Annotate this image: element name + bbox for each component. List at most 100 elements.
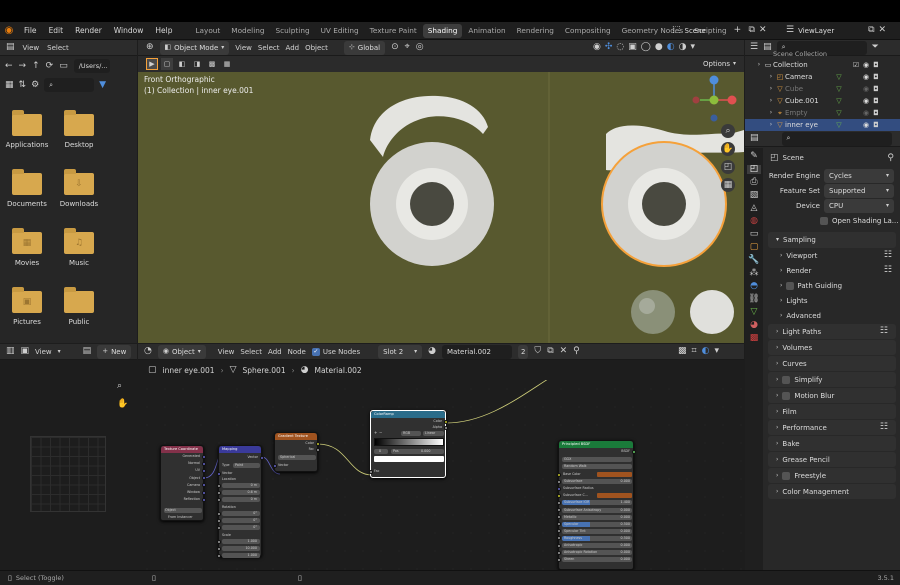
section-freestyle[interactable]: › Freestyle — [768, 468, 896, 483]
select-invert-icon[interactable]: ▩ — [206, 58, 218, 70]
material-browse-icon[interactable]: ◕ — [428, 347, 436, 356]
advanced-subsection[interactable]: › Advanced — [764, 308, 900, 323]
scene-tab-icon[interactable]: ◬ — [751, 204, 758, 213]
editor-type-icon[interactable]: ⊕ — [146, 43, 154, 52]
physics-tab-icon[interactable]: ◓ — [750, 282, 758, 291]
tab-rendering[interactable]: Rendering — [512, 24, 559, 38]
node-add-menu[interactable]: Add — [268, 348, 282, 356]
backdrop-icon[interactable]: ▩ — [678, 347, 687, 356]
use-nodes-checkbox[interactable]: ✓ Use Nodes — [311, 347, 360, 356]
camera-render-icon[interactable]: ◘ — [871, 61, 881, 69]
close-view-layer-icon[interactable]: ✕ — [879, 26, 887, 35]
camera-render-icon[interactable]: ◘ — [871, 121, 881, 129]
bsdf-input-field[interactable]: Anisotropic 0.000 — [562, 543, 632, 548]
folder-icon[interactable] — [64, 110, 94, 136]
breadcrumb-material[interactable]: Material.002 — [314, 366, 361, 375]
folder-icon[interactable]: ▣ — [12, 287, 42, 313]
folder-icon[interactable]: ♫ — [64, 228, 94, 254]
options-dropdown[interactable]: Options ▾ — [698, 57, 742, 71]
bsdf-input-field[interactable]: Sheen 0.000 — [562, 557, 632, 563]
fake-user-icon[interactable]: ⛉ — [534, 347, 541, 356]
menu-window[interactable]: Window — [108, 26, 150, 35]
menu-file[interactable]: File — [18, 26, 43, 35]
menu-edit[interactable]: Edit — [43, 26, 70, 35]
section-volumes[interactable]: › Volumes — [768, 340, 896, 355]
modifier-tab-icon[interactable]: 🔧 — [748, 256, 759, 265]
bsdf-input-field[interactable]: Subsurface IOR 1.400 — [562, 500, 632, 506]
input-socket[interactable] — [556, 500, 561, 505]
bsdf-input-field[interactable]: Subsurface Anisotropy 0.000 — [562, 507, 632, 513]
pivot-icon[interactable]: ⊙ — [391, 43, 399, 52]
chevron-right-icon[interactable]: › — [767, 86, 775, 92]
new-folder-icon[interactable]: ▭ — [59, 61, 68, 71]
node-node-menu[interactable]: Node — [288, 348, 306, 356]
bsdf-input-field[interactable]: Anisotropic Rotation 0.000 — [562, 550, 632, 556]
output-socket[interactable] — [201, 468, 206, 473]
parent-dir-icon[interactable]: ↑ — [32, 61, 40, 71]
mapping-loc-field[interactable]: 0.6 m — [217, 490, 260, 495]
overlay-icon[interactable]: ◐ — [702, 347, 710, 356]
chevron-right-icon[interactable]: › — [767, 122, 775, 128]
new-image-button[interactable]: + New — [97, 344, 132, 359]
editor-type-icon[interactable]: ◔ — [144, 347, 152, 356]
display-mode-icon[interactable]: ▤ — [763, 43, 772, 52]
object-tab-icon[interactable]: ▢ — [750, 243, 759, 252]
outliner-item[interactable]: › ⌖ Empty ▽ ◉ ◘ — [745, 107, 900, 119]
mapping-scl-field[interactable]: 1.000 — [217, 553, 260, 558]
stop-color-swatch[interactable] — [374, 456, 444, 462]
orientation-selector[interactable]: ⊹ Global — [343, 40, 386, 55]
zoom-icon[interactable]: ⌕ — [721, 124, 735, 138]
gizmo-icon[interactable]: ✣ — [605, 43, 613, 52]
render-engine-dropdown[interactable]: Cycles ▾ — [824, 168, 894, 183]
material-name-field[interactable]: Material.002 — [441, 344, 512, 359]
input-socket[interactable] — [556, 493, 561, 498]
camera-render-icon[interactable]: ◘ — [871, 73, 881, 81]
select-intersect-icon[interactable]: ▦ — [221, 58, 233, 70]
viewport-add-menu[interactable]: Add — [286, 44, 300, 52]
editor-type-icon[interactable]: ▤ — [6, 43, 15, 52]
principled-bsdf-node[interactable]: Principled BSDF BSDF GGX Random Walk Bas… — [556, 440, 636, 570]
color-mode-field[interactable]: RGB — [401, 431, 421, 436]
slot-selector[interactable]: Slot 2 ▾ — [378, 344, 423, 359]
checkbox-icon[interactable]: ☑ — [851, 61, 861, 69]
input-socket[interactable] — [556, 515, 561, 520]
folder-label[interactable]: Public — [49, 318, 109, 326]
render-subsection[interactable]: › Render ☷ — [764, 263, 900, 278]
image-type-icon[interactable]: ▣ — [21, 347, 30, 356]
folder-icon[interactable] — [12, 110, 42, 136]
node-view-menu[interactable]: View — [218, 348, 235, 356]
outliner-item[interactable]: › ▽ Cube ▽ ◉ ◘ — [745, 83, 900, 95]
world-tab-icon[interactable]: ◍ — [750, 217, 758, 226]
remove-stop-icon[interactable]: − — [379, 431, 382, 435]
outliner-item[interactable]: › ▽ inner eye ▽ ◉ ◘ — [745, 119, 900, 131]
input-socket[interactable] — [217, 525, 221, 530]
tab-sculpting[interactable]: Sculpting — [271, 24, 315, 38]
camera-render-icon[interactable]: ◘ — [871, 97, 881, 105]
input-socket[interactable] — [217, 553, 221, 558]
section-performance[interactable]: › Performance ☷ — [768, 420, 896, 435]
uv-grid[interactable] — [30, 436, 106, 512]
tab-texture-paint[interactable]: Texture Paint — [365, 24, 422, 38]
tab-shading[interactable]: Shading — [422, 23, 463, 38]
node-canvas[interactable]: Texture Coordinate Generated Normal UV Obje… — [138, 380, 744, 570]
breadcrumb-object[interactable]: inner eye.001 — [163, 366, 215, 375]
input-socket[interactable] — [217, 497, 221, 502]
select-extend-icon[interactable]: ◧ — [176, 58, 188, 70]
path-guiding-subsection[interactable]: › Path Guiding — [764, 278, 900, 293]
material-tab-icon[interactable]: ◕ — [750, 321, 758, 330]
bsdf-input-field[interactable]: Roughness 0.500 — [562, 535, 632, 541]
particles-tab-icon[interactable]: ⁂ — [750, 269, 759, 278]
chevron-right-icon[interactable]: › — [767, 110, 775, 116]
checkbox-icon[interactable] — [820, 216, 828, 225]
rendered-shading-icon[interactable]: ◑ — [679, 43, 687, 52]
checkbox-icon[interactable] — [782, 391, 791, 400]
mapping-loc-field[interactable]: 0 m — [217, 483, 260, 488]
xray-icon[interactable]: ▣ — [628, 43, 637, 52]
navigation-gizmo[interactable] — [690, 74, 740, 124]
input-socket[interactable] — [217, 483, 221, 488]
gradient-type-field[interactable]: Spherical — [278, 455, 316, 460]
select-tool-icon[interactable]: ▶ — [146, 58, 158, 70]
chevron-right-icon[interactable]: › — [755, 62, 763, 68]
output-socket[interactable] — [201, 476, 206, 481]
lights-subsection[interactable]: › Lights — [764, 293, 900, 308]
